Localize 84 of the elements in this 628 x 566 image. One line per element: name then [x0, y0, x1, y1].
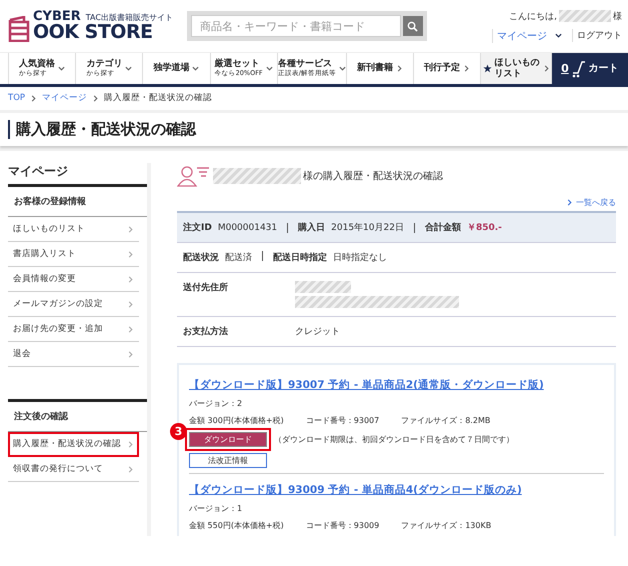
field-label: 合計金額: [424, 221, 461, 234]
field-value: 2015年10月22日: [331, 222, 404, 234]
file-size-text: ファイルサイズ：8.2MB: [401, 415, 490, 426]
breadcrumb-link[interactable]: TOP: [8, 93, 26, 103]
price-text: 金額 300円(本体価格+税): [189, 415, 284, 426]
download-note: （ダウンロード期限は、初回ダウンロード日を含めて７日間です）: [274, 434, 514, 445]
logo-text: CYBER: [33, 10, 81, 23]
search-field[interactable]: 商品名・キーワード・書籍コード: [190, 15, 401, 37]
callout-badge: 3: [170, 423, 187, 440]
sidebar-item[interactable]: 退会: [8, 342, 139, 367]
chevron-icon: [127, 250, 134, 258]
version-text: バージョン：1: [189, 503, 244, 514]
chevron-icon: [127, 350, 134, 358]
page-title: 購入履歴・配送状況の確認: [8, 120, 620, 139]
chevron-icon: [555, 32, 562, 39]
field-label: 購入日: [298, 221, 326, 234]
search-icon: [407, 20, 418, 32]
search-button[interactable]: [402, 16, 423, 36]
breadcrumb-link[interactable]: マイページ: [42, 92, 88, 104]
cart-icon: [572, 60, 586, 78]
chevron-icon: [127, 300, 134, 308]
user-list-icon: [177, 165, 211, 187]
chevron-icon: [127, 440, 134, 448]
field-value: M000001431: [218, 222, 278, 232]
sidebar-item[interactable]: 購入履歴・配送状況の確認: [8, 432, 139, 457]
law-info-button[interactable]: 法改正情報: [189, 453, 267, 468]
chevron-icon: [542, 65, 550, 72]
chevron-icon: [192, 65, 200, 72]
chevron-icon: [30, 94, 38, 102]
file-size-text: ファイルサイズ：130KB: [401, 520, 492, 531]
logout-link[interactable]: ログアウト: [572, 29, 622, 42]
book-logo-icon: [8, 16, 30, 42]
sidebar-item[interactable]: 領収書の発行について: [8, 457, 139, 482]
chevron-icon: [127, 466, 134, 472]
sidebar-item[interactable]: メールマガジンの設定: [8, 292, 139, 317]
logo-text: OOK STORE: [33, 23, 154, 42]
field-value: クレジット: [295, 326, 340, 338]
chevron-icon: [58, 65, 66, 72]
chevron-icon: [127, 276, 134, 282]
chevron-icon: [266, 65, 273, 72]
nav-menu-item[interactable]: 独学道場: [142, 53, 210, 84]
chevron-icon: [338, 65, 346, 72]
logo-tagline: TAC出版書籍販売サイト: [86, 12, 173, 23]
cart-button[interactable]: 0 カート: [550, 53, 628, 84]
sidebar-heading: お客様の登録情報: [8, 184, 147, 217]
field-value: 配送済: [225, 252, 252, 264]
code-text: コード番号：93009: [306, 520, 380, 531]
breadcrumb-current-page: 購入履歴・配送状況の確認: [104, 92, 212, 104]
sidebar-item[interactable]: お届け先の変更・追加: [8, 317, 139, 342]
chevron-icon: [127, 226, 134, 232]
chevron-icon: [566, 199, 573, 206]
chevron-icon: [396, 65, 404, 72]
price-text: 金額 550円(本体価格+税): [189, 520, 284, 531]
product-title-link[interactable]: 【ダウンロード版】93007 予約 - 単品商品2(通常版・ダウンロード版): [189, 378, 604, 392]
field-label: 注文ID: [183, 221, 212, 234]
code-text: コード番号：93007: [306, 415, 380, 426]
redacted-mark: [295, 281, 351, 293]
sidebar-item[interactable]: ほしいものリスト: [8, 217, 139, 242]
chevron-icon: [463, 65, 470, 72]
field-label: 送付先住所: [183, 281, 229, 294]
sidebar-item[interactable]: 書店購入リスト: [8, 242, 139, 267]
chevron-icon: [125, 65, 132, 72]
back-link[interactable]: 一覧へ戻る: [566, 197, 616, 208]
chevron-icon: [92, 94, 100, 102]
redacted-mark: [559, 10, 611, 22]
sidebar-title: マイページ: [8, 163, 69, 180]
section-heading: 様の購入履歴・配送状況の確認: [303, 170, 443, 183]
greeting-text: 様: [613, 10, 622, 22]
total-price: ￥850.-: [466, 222, 502, 234]
field-value: 日時指定なし: [333, 252, 387, 264]
download-button[interactable]: ダウンロード: [189, 432, 267, 447]
sidebar-item[interactable]: 会員情報の変更: [8, 267, 139, 292]
sidebar-heading: 注文後の確認: [8, 399, 147, 432]
nav-menu-item[interactable]: 新刊書籍: [346, 53, 414, 84]
greeting-text: こんにちは,: [509, 10, 557, 22]
field-label: 配送日時指定: [273, 251, 327, 264]
mypage-link[interactable]: マイページ: [497, 28, 562, 42]
field-label: 配送状況: [183, 252, 219, 264]
wishlist-nav-item[interactable]: ほしいもの リスト: [480, 53, 551, 84]
star-icon: [482, 64, 492, 73]
product-title-link[interactable]: 【ダウンロード版】93009 予約 - 単品商品4(ダウンロード版のみ): [189, 483, 604, 497]
chevron-icon: [127, 326, 134, 332]
field-label: お支払方法: [183, 325, 229, 338]
version-text: バージョン：2: [189, 398, 244, 409]
